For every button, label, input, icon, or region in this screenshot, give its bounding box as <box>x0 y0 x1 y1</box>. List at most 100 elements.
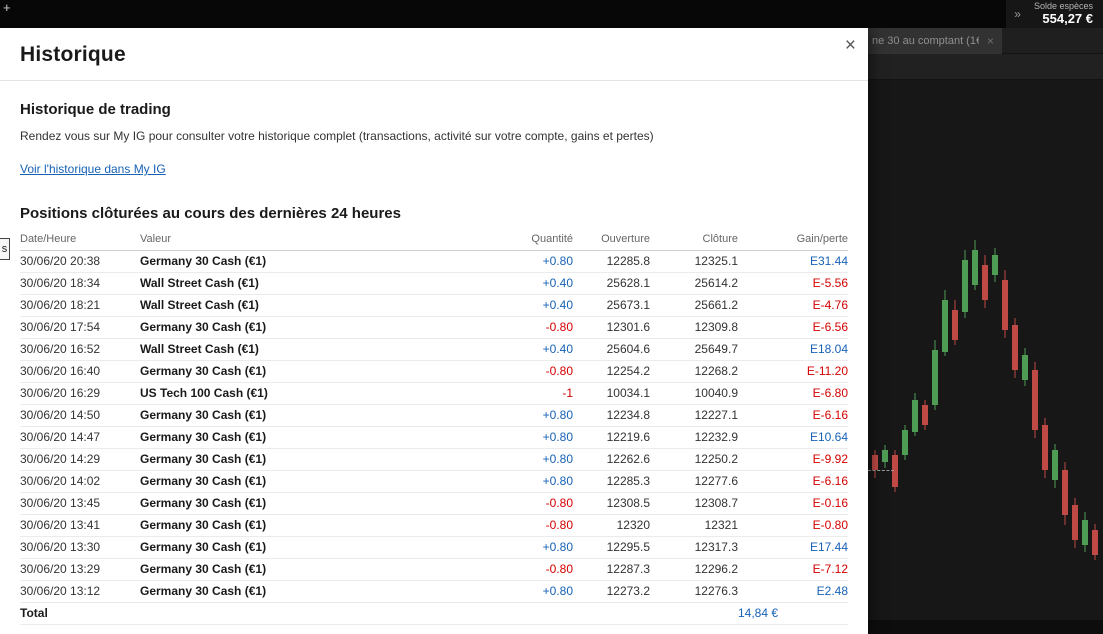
chart-tab-label: ne 30 au comptant (1€) <box>872 35 979 47</box>
cell-quantite: -0.80 <box>390 514 573 538</box>
cell-date: 30/06/20 16:29 <box>20 382 140 406</box>
cell-gain: E-7.12 <box>738 558 848 582</box>
cell-date: 30/06/20 14:50 <box>20 404 140 428</box>
history-row: 30/06/20 13:41 Germany 30 Cash (€1) -0.80 1… <box>20 514 848 538</box>
cell-valeur: Germany 30 Cash (€1) <box>140 492 390 516</box>
cell-cloture: 12276.3 <box>650 580 738 604</box>
balance-value: 554,27 € <box>1042 10 1093 26</box>
cell-quantite: +0.80 <box>390 580 573 604</box>
cell-date: 30/06/20 17:54 <box>20 316 140 340</box>
cell-date: 30/06/20 18:34 <box>20 272 140 296</box>
cell-ouverture: 12285.8 <box>573 250 650 274</box>
history-row: 30/06/20 18:21 Wall Street Cash (€1) +0.40… <box>20 294 848 318</box>
cell-valeur: Germany 30 Cash (€1) <box>140 580 390 604</box>
cell-date: 30/06/20 13:41 <box>20 514 140 538</box>
cell-ouverture: 12234.8 <box>573 404 650 428</box>
cell-date: 30/06/20 18:21 <box>20 294 140 318</box>
candlestick-chart <box>868 80 1103 620</box>
cell-cloture: 12250.2 <box>650 448 738 472</box>
history-row: 30/06/20 17:54 Germany 30 Cash (€1) -0.80 1… <box>20 316 848 340</box>
cell-valeur: Germany 30 Cash (€1) <box>140 250 390 274</box>
cell-cloture: 12232.9 <box>650 426 738 450</box>
cell-quantite: -1 <box>390 382 573 406</box>
cell-cloture: 12309.8 <box>650 316 738 340</box>
history-table: Date/Heure Valeur Quantité Ouverture Clô… <box>20 231 848 626</box>
cell-date: 30/06/20 14:47 <box>20 426 140 450</box>
history-row: 30/06/20 16:40 Germany 30 Cash (€1) -0.80 1… <box>20 360 848 384</box>
cell-quantite: +0.80 <box>390 404 573 428</box>
cell-ouverture: 12273.2 <box>573 580 650 604</box>
total-label: Total <box>20 602 738 626</box>
chart-tab[interactable]: ne 30 au comptant (1€) × <box>868 28 1002 54</box>
history-row: 30/06/20 14:47 Germany 30 Cash (€1) +0.80 1… <box>20 426 848 450</box>
total-value: 14,84 € <box>738 602 848 626</box>
cell-date: 30/06/20 13:12 <box>20 580 140 604</box>
cell-gain: E31.44 <box>738 250 848 274</box>
title-divider <box>0 80 868 81</box>
history-header-row: Date/Heure Valeur Quantité Ouverture Clô… <box>20 231 848 252</box>
cell-ouverture: 12262.6 <box>573 448 650 472</box>
trading-history-heading: Historique de trading <box>20 101 171 118</box>
cell-cloture: 25661.2 <box>650 294 738 318</box>
cell-quantite: -0.80 <box>390 558 573 582</box>
cell-date: 30/06/20 16:52 <box>20 338 140 362</box>
cell-valeur: Germany 30 Cash (€1) <box>140 470 390 494</box>
myig-history-link[interactable]: Voir l'historique dans My IG <box>20 162 166 176</box>
cell-gain: E18.04 <box>738 338 848 362</box>
header-date: Date/Heure <box>20 231 140 252</box>
candles-graphic <box>872 240 1098 560</box>
cell-quantite: +0.80 <box>390 250 573 274</box>
cell-quantite: +0.80 <box>390 426 573 450</box>
cell-date: 30/06/20 14:02 <box>20 470 140 494</box>
cell-cloture: 12277.6 <box>650 470 738 494</box>
cell-cloture: 12296.2 <box>650 558 738 582</box>
top-bar: + » Solde espèces 554,27 € <box>0 0 1103 28</box>
total-row: Total 14,84 € <box>20 602 848 626</box>
cell-gain: E10.64 <box>738 426 848 450</box>
cell-date: 30/06/20 16:40 <box>20 360 140 384</box>
cell-gain: E-6.16 <box>738 470 848 494</box>
cell-valeur: Germany 30 Cash (€1) <box>140 558 390 582</box>
cell-gain: E17.44 <box>738 536 848 560</box>
cell-valeur: Germany 30 Cash (€1) <box>140 448 390 472</box>
cell-quantite: +0.40 <box>390 294 573 318</box>
history-row: 30/06/20 13:45 Germany 30 Cash (€1) -0.80 1… <box>20 492 848 516</box>
background-tab-strip: ne 30 au comptant (1€) × <box>868 28 1103 54</box>
cell-quantite: +0.80 <box>390 536 573 560</box>
modal-title: Historique <box>20 43 126 66</box>
add-icon[interactable]: + <box>3 1 11 14</box>
cell-valeur: US Tech 100 Cash (€1) <box>140 382 390 406</box>
trading-history-text: Rendez vous sur My IG pour consulter vot… <box>20 129 654 143</box>
cell-cloture: 12308.7 <box>650 492 738 516</box>
cell-quantite: +0.80 <box>390 448 573 472</box>
chart-toolbar <box>868 54 1103 80</box>
cell-ouverture: 12320 <box>573 514 650 538</box>
cell-quantite: -0.80 <box>390 360 573 384</box>
cell-quantite: -0.80 <box>390 492 573 516</box>
history-modal: × Historique Historique de trading Rende… <box>0 28 868 634</box>
cell-gain: E-0.80 <box>738 514 848 538</box>
cell-ouverture: 12219.6 <box>573 426 650 450</box>
history-row: 30/06/20 14:02 Germany 30 Cash (€1) +0.80 1… <box>20 470 848 494</box>
cell-cloture: 25614.2 <box>650 272 738 296</box>
cell-gain: E-9.92 <box>738 448 848 472</box>
side-tab-peek[interactable]: s <box>0 238 10 260</box>
tab-close-icon[interactable]: × <box>987 34 994 48</box>
history-row: 30/06/20 14:50 Germany 30 Cash (€1) +0.80 1… <box>20 404 848 428</box>
cell-gain: E-11.20 <box>738 360 848 384</box>
cell-ouverture: 12308.5 <box>573 492 650 516</box>
cell-date: 30/06/20 13:30 <box>20 536 140 560</box>
cell-gain: E-6.56 <box>738 316 848 340</box>
cell-date: 30/06/20 13:29 <box>20 558 140 582</box>
cell-ouverture: 25604.6 <box>573 338 650 362</box>
price-line <box>868 470 894 471</box>
cell-valeur: Germany 30 Cash (€1) <box>140 514 390 538</box>
history-row: 30/06/20 20:38 Germany 30 Cash (€1) +0.80 1… <box>20 250 848 274</box>
cell-date: 30/06/20 14:29 <box>20 448 140 472</box>
cell-ouverture: 12301.6 <box>573 316 650 340</box>
cell-ouverture: 25673.1 <box>573 294 650 318</box>
close-icon[interactable]: × <box>845 36 856 55</box>
cell-gain: E-6.16 <box>738 404 848 428</box>
cell-quantite: +0.40 <box>390 338 573 362</box>
expand-chevrons-icon[interactable]: » <box>1014 7 1021 21</box>
